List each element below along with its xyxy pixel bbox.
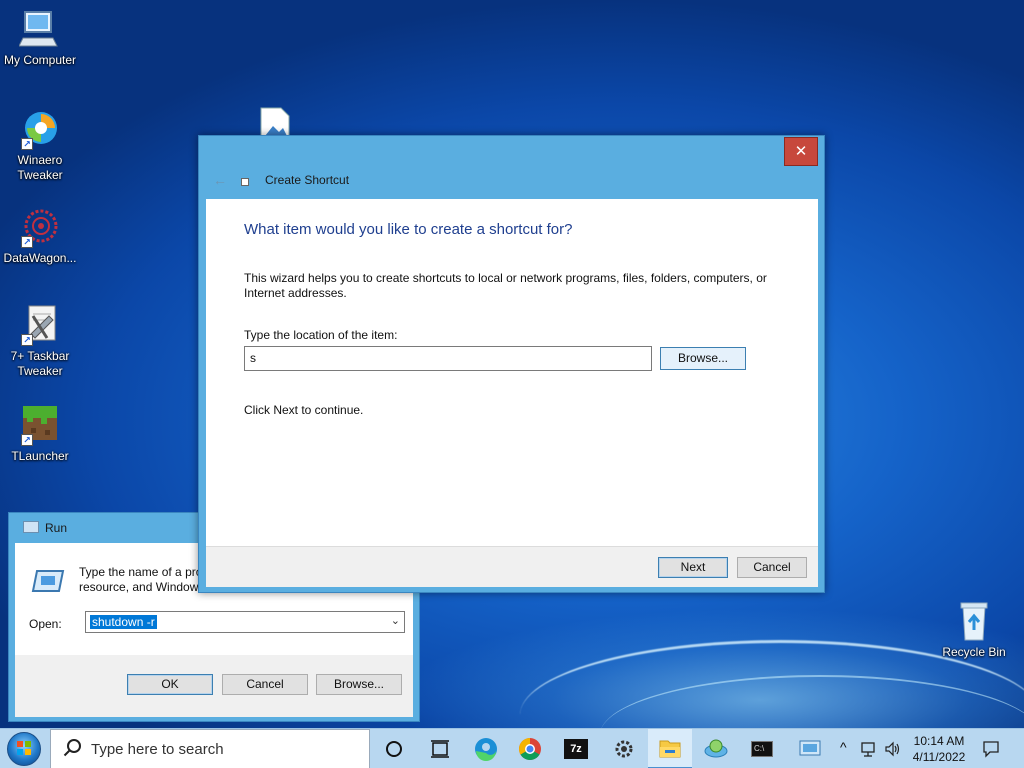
taskbar-tweaker-icon: ↗: [19, 304, 61, 346]
edge-icon: [475, 738, 497, 761]
wizard-content: What item would you like to create a sho…: [206, 199, 818, 546]
open-combobox-value: shutdown -r: [90, 615, 157, 629]
wizard-footer: Next Cancel: [206, 546, 818, 587]
file-explorer-button[interactable]: [648, 729, 692, 768]
open-label: Open:: [29, 617, 62, 631]
network-icon[interactable]: [860, 740, 878, 758]
remote-desktop-button[interactable]: [788, 729, 832, 768]
back-arrow-icon[interactable]: ←: [213, 172, 227, 188]
desktop-icon-label: Recycle Bin: [942, 645, 1006, 659]
7zip-icon: 7z: [564, 739, 588, 759]
desktop-icon-label: DataWagon...: [3, 251, 77, 265]
location-input[interactable]: s: [244, 346, 652, 371]
notification-icon: [983, 741, 999, 758]
location-label: Type the location of the item:: [244, 328, 398, 342]
volume-icon[interactable]: [884, 740, 902, 758]
winaero-icon: ↗: [19, 108, 61, 150]
cortana-button[interactable]: [372, 729, 416, 768]
close-button[interactable]: ✕: [784, 137, 818, 166]
action-center-button[interactable]: [980, 729, 1004, 768]
desktop-icon-taskbar-tweaker[interactable]: ↗ 7+ Taskbar Tweaker: [0, 304, 80, 379]
network-app-button[interactable]: [694, 729, 738, 768]
start-button[interactable]: [4, 731, 44, 767]
network-globe-icon: [704, 739, 728, 758]
run-dialog-title: Run: [45, 521, 68, 535]
file-explorer-icon: [659, 740, 681, 758]
windows-logo-icon: [7, 732, 41, 766]
computer-icon: [18, 8, 61, 50]
run-browse-button[interactable]: Browse...: [316, 674, 402, 695]
desktop-icon-label: 7+ Taskbar Tweaker: [10, 349, 70, 378]
run-icon: [23, 521, 39, 533]
browse-button[interactable]: Browse...: [660, 347, 746, 370]
desktop: My Computer ↗ Winaero Tweaker ↗ DataWago…: [0, 0, 1024, 728]
7zip-button[interactable]: 7z: [554, 729, 598, 768]
recycle-bin-icon: [953, 600, 995, 642]
run-dialog-footer: OK Cancel Browse...: [15, 655, 413, 717]
clock-time: 10:14 AM: [913, 734, 965, 748]
cmd-button[interactable]: C:\: [740, 729, 784, 768]
search-placeholder: Type here to search: [91, 741, 224, 758]
chrome-icon: [519, 738, 541, 760]
create-shortcut-window[interactable]: ← Create Shortcut ✕ What item would you …: [198, 135, 825, 593]
chrome-button[interactable]: [508, 729, 552, 768]
run-cancel-button[interactable]: Cancel: [222, 674, 308, 695]
run-large-icon: [31, 567, 65, 595]
shortcut-wizard-icon: [241, 178, 249, 186]
taskbar: Type here to search 7z C:\ ^ 10:14 AM 4/…: [0, 728, 1024, 768]
desktop-icon-datawagon[interactable]: ↗ DataWagon...: [0, 206, 80, 266]
desktop-icon-label: Winaero Tweaker: [17, 153, 63, 182]
system-tray: ^: [836, 729, 906, 768]
desktop-icon-winaero-tweaker[interactable]: ↗ Winaero Tweaker: [0, 108, 80, 183]
shortcut-arrow-icon: ↗: [21, 334, 33, 346]
remote-desktop-icon: [799, 740, 821, 756]
run-description: Type the name of a pro resource, and Win…: [79, 565, 203, 594]
window-title: Create Shortcut: [265, 173, 350, 187]
continue-text: Click Next to continue.: [244, 403, 364, 417]
wizard-heading: What item would you like to create a sho…: [244, 221, 573, 238]
tlauncher-icon: ↗: [19, 404, 61, 446]
desktop-icon-tlauncher[interactable]: ↗ TLauncher: [0, 404, 80, 464]
search-icon: [63, 739, 81, 757]
chevron-up-icon[interactable]: ^: [840, 739, 847, 755]
open-combobox[interactable]: shutdown -r ⌄: [85, 611, 405, 633]
next-button[interactable]: Next: [658, 557, 728, 578]
task-view-icon: [431, 740, 449, 758]
task-view-button[interactable]: [418, 729, 462, 768]
chevron-down-icon[interactable]: ⌄: [391, 614, 400, 627]
ok-button[interactable]: OK: [127, 674, 213, 695]
shortcut-arrow-icon: ↗: [21, 236, 33, 248]
clock[interactable]: 10:14 AM 4/11/2022: [906, 733, 972, 765]
desktop-icon-label: My Computer: [3, 53, 77, 67]
edge-button[interactable]: [464, 729, 508, 768]
settings-button[interactable]: [602, 729, 646, 768]
shortcut-arrow-icon: ↗: [21, 138, 33, 150]
cortana-icon: [386, 741, 402, 757]
search-box[interactable]: Type here to search: [50, 729, 370, 768]
desktop-icon-recycle-bin[interactable]: Recycle Bin: [934, 600, 1014, 660]
desktop-icon-my-computer[interactable]: My Computer: [0, 8, 80, 68]
settings-icon: [615, 740, 633, 758]
cancel-button[interactable]: Cancel: [737, 557, 807, 578]
cmd-icon: C:\: [751, 741, 773, 757]
datawagon-icon: ↗: [19, 206, 61, 248]
wizard-description: This wizard helps you to create shortcut…: [244, 271, 767, 300]
desktop-icon-label: TLauncher: [11, 449, 69, 463]
shortcut-arrow-icon: ↗: [21, 434, 33, 446]
clock-date: 4/11/2022: [912, 750, 966, 764]
